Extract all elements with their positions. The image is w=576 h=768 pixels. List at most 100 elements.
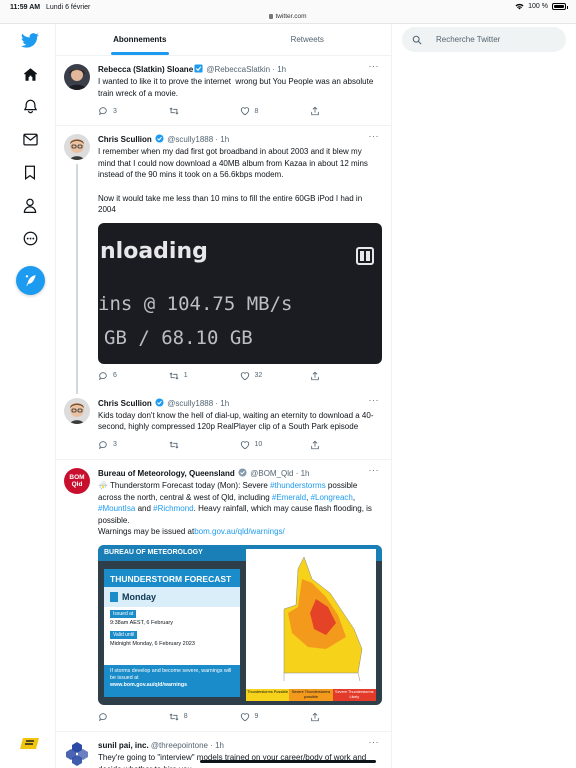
ios-status-bar: 11:59 AM Lundi 6 février twitter.com 100… — [0, 0, 576, 24]
avatar[interactable] — [64, 64, 90, 90]
reply-count: 3 — [113, 107, 117, 115]
bookmark-icon[interactable] — [20, 162, 40, 182]
like-button[interactable]: 32 — [240, 371, 311, 381]
forecast-title: THUNDERSTORM FORECAST — [104, 568, 240, 587]
heart-icon — [240, 441, 249, 450]
more-options-icon[interactable]: ··· — [369, 395, 380, 405]
tweet[interactable]: Chris Scullion @scully1888 · 1h ··· Kids… — [56, 390, 391, 460]
reply-button[interactable]: 6 — [98, 371, 169, 381]
retweet-button[interactable] — [169, 440, 240, 450]
tweet-actions: 8 9 — [98, 711, 381, 723]
twitter-logo-icon[interactable] — [20, 30, 40, 50]
avatar[interactable] — [64, 739, 90, 766]
like-button[interactable]: 9 — [240, 712, 311, 722]
tweet-media-image[interactable]: BUREAU OF METEOROLOGY THUNDERSTORM FOREC… — [98, 544, 382, 705]
author-name[interactable]: Chris Scullion — [98, 135, 152, 144]
search-box[interactable] — [402, 27, 566, 52]
hashtag-link[interactable]: #Longreach — [311, 493, 353, 502]
share-icon — [311, 371, 319, 380]
retweet-button[interactable]: 1 — [169, 371, 240, 381]
lock-icon — [269, 14, 274, 19]
retweet-icon — [169, 441, 179, 449]
tab-retweets[interactable]: Retweets — [224, 24, 392, 55]
more-options-icon[interactable]: ··· — [369, 737, 380, 747]
reply-count: 6 — [113, 372, 117, 380]
share-button[interactable] — [310, 440, 381, 450]
tab-abonnements[interactable]: Abonnements — [56, 24, 224, 55]
valid-value: Midnight Monday, 6 February 2023 — [110, 640, 195, 647]
share-button[interactable] — [310, 106, 381, 116]
profile-icon[interactable] — [20, 195, 40, 215]
avatar[interactable]: BOM Qld — [64, 467, 90, 494]
hashtag-link[interactable]: #thunderstorms — [270, 481, 326, 490]
compose-tweet-button[interactable] — [16, 266, 45, 295]
share-icon — [311, 106, 319, 116]
text-segment: , — [352, 492, 358, 502]
tweet[interactable]: Chris Scullion @scully1888 · 1h ··· I re… — [56, 126, 391, 394]
verified-badge-icon — [238, 468, 247, 477]
reply-button[interactable]: 3 — [98, 440, 169, 450]
notifications-bell-icon[interactable] — [20, 96, 40, 116]
search-input[interactable] — [436, 35, 546, 44]
author-handle[interactable]: @BOM_Qld · 1h — [250, 469, 309, 478]
author-name[interactable]: Bureau of Meteorology, Queensland — [98, 469, 235, 478]
avatar[interactable] — [64, 397, 90, 424]
author-name[interactable]: sunil pai, inc. — [98, 741, 149, 750]
retweet-button[interactable] — [169, 106, 240, 116]
share-button[interactable] — [310, 712, 381, 722]
like-button[interactable]: 8 — [240, 106, 311, 116]
reply-button[interactable] — [98, 712, 169, 722]
like-count: 32 — [254, 372, 263, 380]
author-handle[interactable]: @scully1888 · 1h — [167, 135, 229, 144]
tweet[interactable]: BOM Qld Bureau of Meteorology, Queenslan… — [56, 460, 391, 732]
author-handle[interactable]: @threepointone · 1h — [151, 741, 224, 750]
more-options-icon[interactable]: ··· — [369, 61, 380, 71]
tweet-text: I wanted to like it to prove the interne… — [98, 77, 376, 98]
author-handle[interactable]: @RebeccaSlatkin · 1h — [206, 65, 286, 74]
legend-item: Severe Thunderstorms Likely — [332, 688, 376, 701]
like-count: 8 — [254, 107, 259, 115]
tweet-actions: 3 10 — [98, 439, 381, 451]
text-segment: ⛈️ Thunderstorm Forecast today (Mon): Se… — [98, 480, 271, 490]
verified-badge-icon — [155, 398, 164, 407]
home-icon[interactable] — [20, 64, 40, 84]
hashtag-link[interactable]: #Emerald — [272, 493, 306, 502]
compose-tweet-icon — [25, 274, 36, 286]
status-date: Lundi 6 février — [46, 4, 91, 11]
user-avatar[interactable] — [20, 736, 40, 750]
issued-label: Issued at — [110, 609, 137, 618]
messages-envelope-icon[interactable] — [20, 129, 40, 149]
tweet-media-image[interactable]: nloading ins @ 104.75 MB/s GB / 68.10 GB — [98, 222, 382, 364]
address-bar[interactable]: twitter.com — [0, 13, 576, 20]
battery-icon — [552, 3, 568, 10]
avatar-text: Qld — [71, 480, 83, 488]
tweet[interactable]: Rebecca (Slatkin) Sloane @RebeccaSlatkin… — [56, 56, 391, 127]
reply-button[interactable]: 3 — [98, 106, 169, 116]
more-options-icon[interactable]: ··· — [369, 131, 380, 141]
verified-badge-icon — [194, 64, 203, 73]
media-text: nloading — [100, 238, 208, 264]
hashtag-link[interactable]: #Richmond — [153, 504, 193, 513]
url-link[interactable]: bom.gov.au/qld/warnings/ — [194, 527, 285, 536]
media-text: GB / 68.10 GB — [104, 326, 253, 349]
like-button[interactable]: 10 — [240, 440, 311, 450]
more-circle-icon[interactable] — [20, 228, 40, 248]
tweet-text: ⛈️ Thunderstorm Forecast today (Mon): Se… — [98, 480, 381, 538]
url-text: twitter.com — [275, 13, 307, 20]
search-icon — [412, 35, 422, 45]
author-name[interactable]: Rebecca (Slatkin) Sloane — [98, 65, 193, 74]
avatar[interactable] — [64, 134, 90, 161]
home-indicator[interactable] — [200, 760, 376, 763]
battery-percent: 100 % — [528, 3, 548, 10]
retweet-button[interactable]: 8 — [169, 712, 240, 722]
more-options-icon[interactable]: ··· — [369, 465, 380, 475]
tweet-header: Rebecca (Slatkin) Sloane @RebeccaSlatkin… — [98, 64, 381, 75]
day-label: Monday — [122, 591, 157, 602]
forecast-map: Thunderstorms Possible Severe Thundersto… — [246, 548, 376, 701]
heart-icon — [240, 372, 249, 380]
hashtag-link[interactable]: #MountIsa — [98, 504, 135, 513]
author-name[interactable]: Chris Scullion — [98, 399, 152, 408]
share-button[interactable] — [310, 371, 381, 381]
author-handle[interactable]: @scully1888 · 1h — [167, 399, 229, 408]
wifi-icon — [515, 3, 524, 10]
